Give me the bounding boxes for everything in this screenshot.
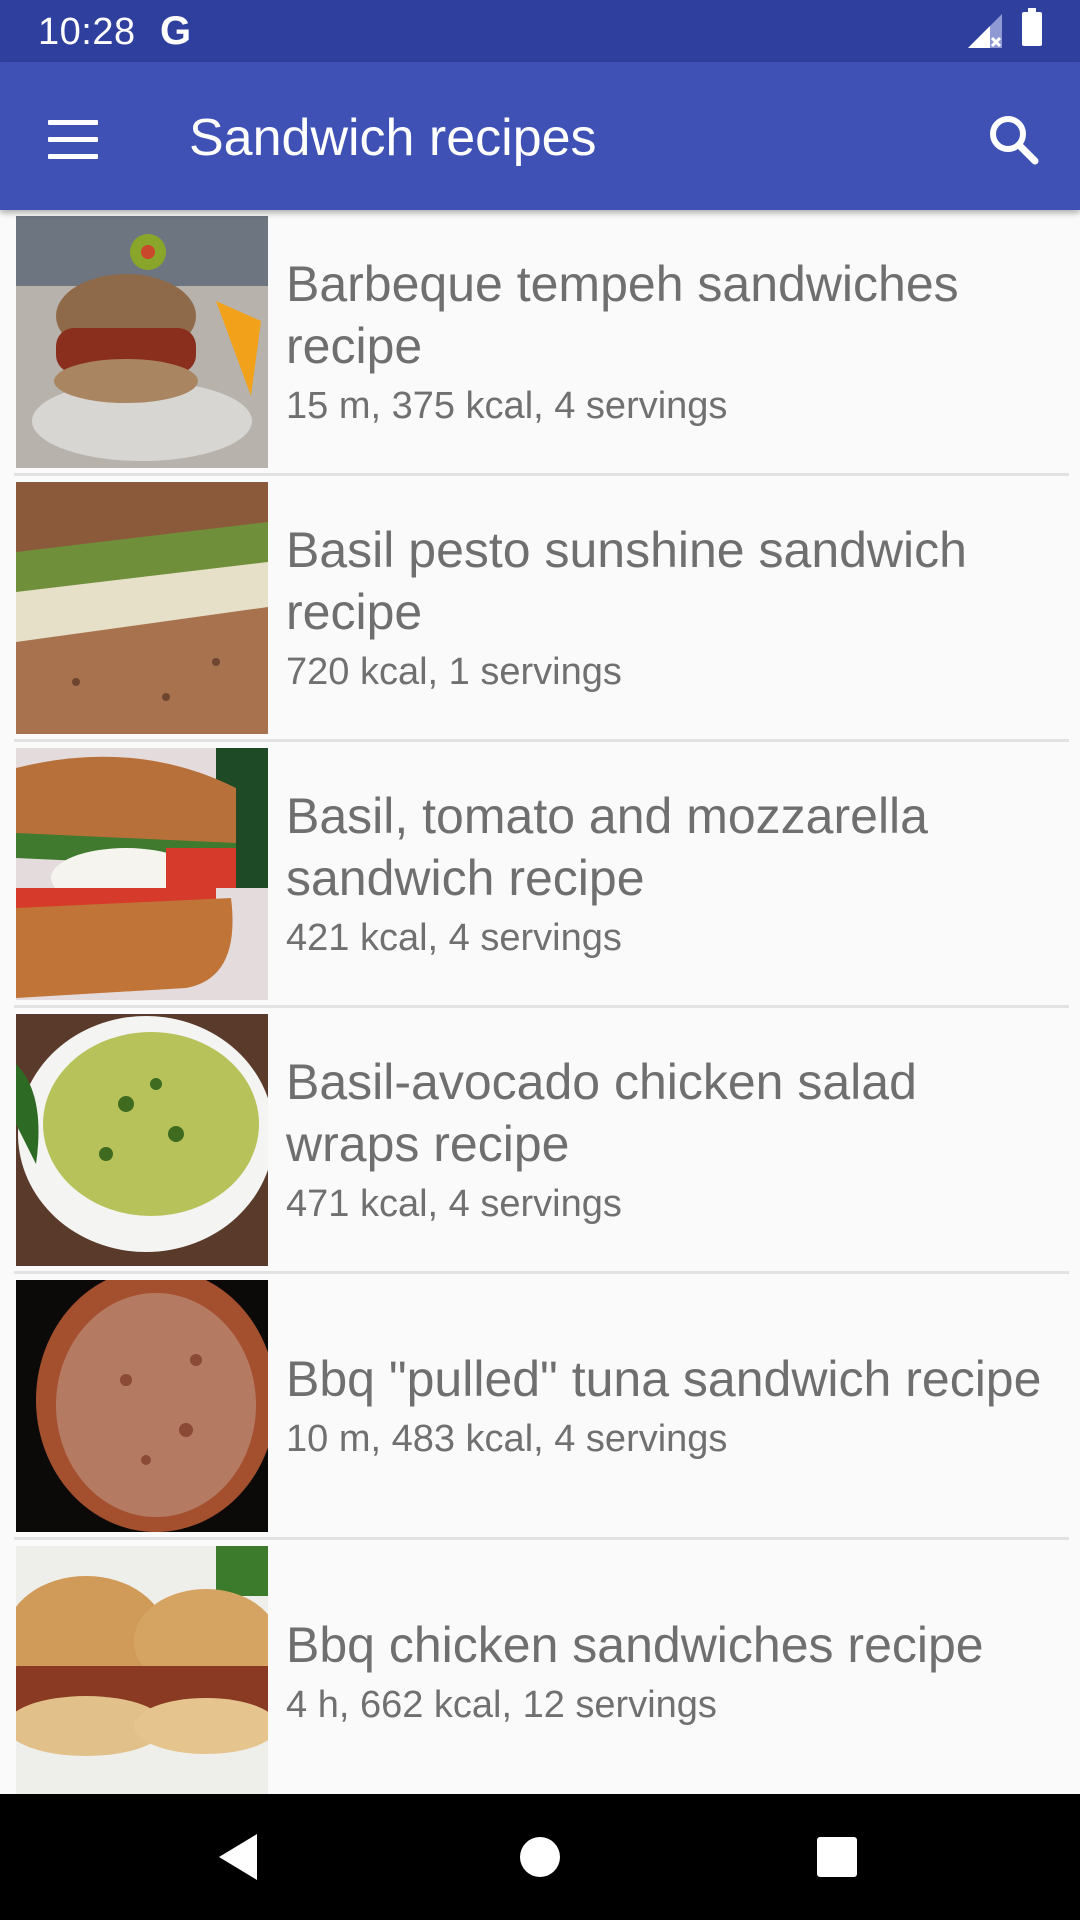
list-item[interactable]: Bbq "pulled" tuna sandwich recipe 10 m, … (14, 1274, 1069, 1540)
battery-icon (1022, 8, 1042, 46)
recipe-thumbnail (16, 1014, 268, 1266)
home-icon[interactable] (507, 1824, 573, 1890)
recipe-meta: 471 kcal, 4 servings (286, 1182, 622, 1225)
list-item[interactable]: Basil-avocado chicken salad wraps recipe… (14, 1008, 1069, 1274)
recipe-thumbnail (16, 1546, 268, 1794)
list-item[interactable]: Bbq chicken sandwiches recipe 4 h, 662 k… (14, 1540, 1069, 1794)
recipe-meta: 15 m, 375 kcal, 4 servings (286, 384, 728, 427)
page-title: Sandwich recipes (189, 109, 597, 167)
status-time: 10:28 (38, 11, 136, 53)
recipe-thumbnail (16, 1280, 268, 1532)
signal-icon (968, 14, 1004, 53)
recipe-thumbnail (16, 748, 268, 1000)
recipe-meta: 4 h, 662 kcal, 12 servings (286, 1683, 717, 1726)
recipe-title: Bbq chicken sandwiches recipe (286, 1616, 984, 1673)
recipe-title: Basil, tomato and mozzarella sandwich re… (286, 787, 928, 906)
recipe-title: Barbeque tempeh sandwiches recipe (286, 255, 959, 374)
recipe-meta: 421 kcal, 4 servings (286, 916, 622, 959)
google-logo-icon: G (160, 9, 192, 53)
back-icon[interactable] (205, 1824, 271, 1890)
search-icon[interactable] (972, 100, 1056, 184)
recipe-list[interactable]: Barbeque tempeh sandwiches recipe 15 m, … (0, 210, 1080, 1794)
recipe-meta: 720 kcal, 1 servings (286, 650, 622, 693)
list-item[interactable]: Basil, tomato and mozzarella sandwich re… (14, 742, 1069, 1008)
app-bar: Sandwich recipes (0, 62, 1080, 210)
list-item[interactable]: Basil pesto sunshine sandwich recipe 720… (14, 476, 1069, 742)
recipe-thumbnail (16, 216, 268, 468)
recipe-title: Basil pesto sunshine sandwich recipe (286, 521, 967, 640)
status-bar: 10:28 G (0, 0, 1080, 62)
recipe-title: Basil-avocado chicken salad wraps recipe (286, 1053, 917, 1172)
recipe-title: Bbq "pulled" tuna sandwich recipe (286, 1350, 1042, 1407)
list-item[interactable]: Barbeque tempeh sandwiches recipe 15 m, … (14, 210, 1069, 476)
menu-icon[interactable] (30, 98, 114, 182)
recents-icon[interactable] (804, 1824, 870, 1890)
recipe-meta: 10 m, 483 kcal, 4 servings (286, 1417, 728, 1460)
navigation-bar (0, 1794, 1080, 1920)
recipe-thumbnail (16, 482, 268, 734)
